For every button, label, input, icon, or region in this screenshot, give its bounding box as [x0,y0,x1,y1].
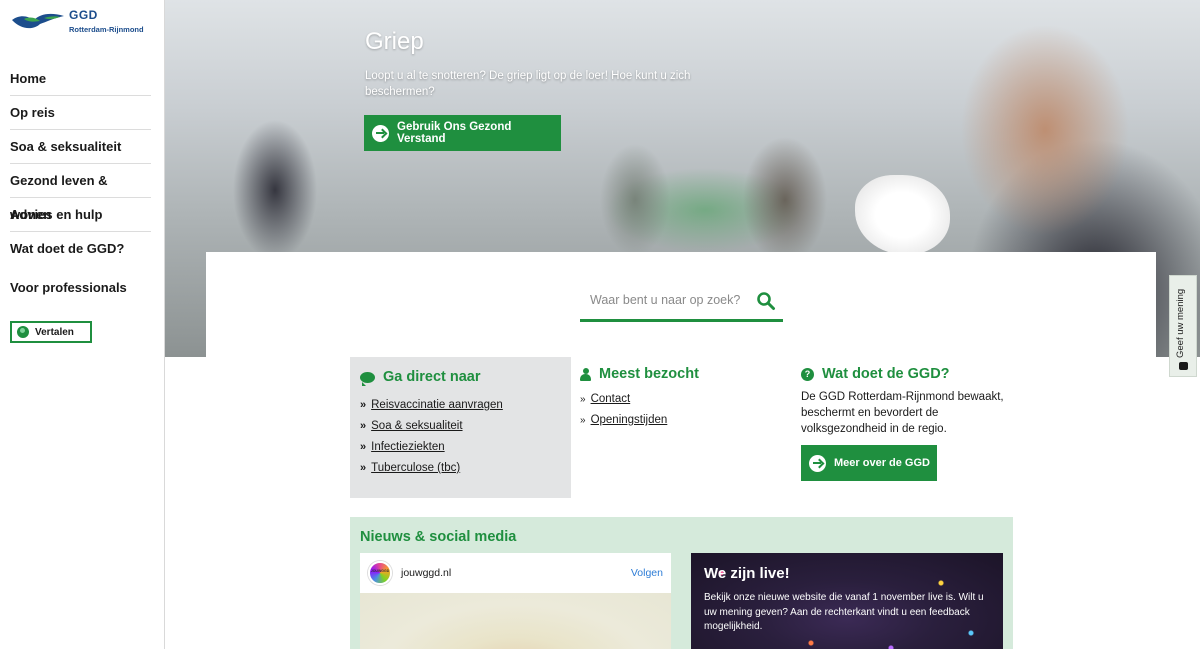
nav-item-wat-doet-ggd[interactable]: Wat doet de GGD? [10,232,151,266]
news-title: Nieuws & social media [360,529,517,545]
logo-name: GGD [69,8,98,22]
translate-label: Vertalen [35,326,74,338]
feedback-tab[interactable]: Geef uw mening [1169,275,1197,377]
logo-region: Rotterdam-Rijnmond [69,25,144,34]
list-item: » Contact [580,389,667,410]
about-text: De GGD Rotterdam-Rijnmond bewaakt, besch… [801,391,1004,435]
search-icon[interactable] [756,291,776,311]
list-item: » Openingstijden [580,410,667,431]
avatar [368,561,392,585]
hero-cta-button[interactable]: Gebruik Ons Gezond Verstand [364,115,561,151]
quick-links-list: » Reisvaccinatie aanvragen » Soa & seksual… [360,395,503,479]
user-icon [580,367,591,381]
chat-bubble-icon [360,371,375,386]
globe-icon [17,326,29,338]
arrow-right-circle-icon [372,124,389,142]
link-reisvaccinatie[interactable]: Reisvaccinatie aanvragen [371,395,503,416]
hero-text: Loopt u al te snotteren? De griep ligt o… [365,70,691,98]
page: GGD Rotterdam-Rijnmond Home Op reis Soa … [0,0,1200,649]
about-more-button[interactable]: Meer over de GGD [801,445,937,481]
list-item: » Tuberculose (tbc) [360,458,503,479]
chat-icon [1179,362,1188,370]
double-chevron-icon: » [360,399,367,411]
feedback-label: Geef uw mening [1175,288,1186,358]
nav-item-advies[interactable]: Advies en hulp [10,198,151,232]
question-icon: ? [801,367,814,381]
instagram-post-image[interactable] [360,593,671,649]
nav-item-gezond-leven[interactable]: Gezond leven & wonen [10,164,151,222]
instagram-card[interactable]: JOUWGGD jouwggd.nl Volgen [360,553,671,649]
list-item: » Infectieziekten [360,437,503,458]
double-chevron-icon: » [360,462,367,474]
link-infectieziekten[interactable]: Infectieziekten [371,437,445,458]
chevron-icon: » [580,415,586,426]
search-panel [206,252,1156,357]
quick-links-title: Ga direct naar [360,369,481,386]
link-openingstijden[interactable]: Openingstijden [591,410,668,431]
nav-item-professionals[interactable]: Voor professionals [10,280,127,295]
link-contact[interactable]: Contact [591,389,631,410]
instagram-account-name[interactable]: jouwggd.nl [401,567,451,579]
chevron-icon: » [580,394,586,405]
list-item: » Reisvaccinatie aanvragen [360,395,503,416]
link-soa[interactable]: Soa & seksualiteit [371,416,462,437]
follow-button[interactable]: Volgen [631,567,663,579]
about-more-label: Meer over de GGD [834,457,930,469]
arrow-right-circle-icon [809,454,826,472]
news-live-card[interactable]: We zijn live! Bekijk onze nieuwe website… [691,553,1003,649]
search-input[interactable] [580,288,750,312]
about-title-text: Wat doet de GGD? [822,366,950,382]
most-visited-title-text: Meest bezocht [599,366,699,382]
hero-cta-label: Gebruik Ons Gezond Verstand [397,121,512,145]
about-title: ? Wat doet de GGD? [801,366,950,382]
double-chevron-icon: » [360,441,367,453]
ggd-bird-logo-icon [12,13,64,29]
double-chevron-icon: » [360,420,367,432]
sidebar: GGD Rotterdam-Rijnmond Home Op reis Soa … [0,0,165,649]
about-panel: ? Wat doet de GGD? De GGD Rotterdam-Rijn… [801,357,1011,498]
nav-item-op-reis[interactable]: Op reis [10,96,151,130]
hero-title: Griep [365,28,424,55]
news-panel: Nieuws & social media JOUWGGD jouwggd.nl… [350,517,1013,649]
nav-item-soa[interactable]: Soa & seksualiteit [10,130,151,164]
search-box [580,282,783,322]
news-live-title: We zijn live! [704,565,790,582]
main-nav: Home Op reis Soa & seksualiteit Gezond l… [10,62,151,266]
ggd-logo[interactable]: GGD Rotterdam-Rijnmond [10,8,144,34]
logo-text: GGD Rotterdam-Rijnmond [69,8,144,34]
hero-tissue-image [855,175,950,255]
list-item: » Soa & seksualiteit [360,416,503,437]
quick-links-panel: Ga direct naar » Reisvaccinatie aanvragen… [350,357,571,498]
most-visited-panel: Meest bezocht » Contact » Openingstijden [580,357,780,498]
most-visited-list: » Contact » Openingstijden [580,389,667,431]
link-tuberculose[interactable]: Tuberculose (tbc) [371,458,460,479]
avatar-label: JOUWGGD [370,569,390,573]
quick-links-title-text: Ga direct naar [383,369,481,385]
most-visited-title: Meest bezocht [580,366,699,382]
nav-item-home[interactable]: Home [10,62,151,96]
translate-button[interactable]: Vertalen [10,321,92,343]
news-live-text: Bekijk onze nieuwe website die vanaf 1 n… [704,592,984,632]
